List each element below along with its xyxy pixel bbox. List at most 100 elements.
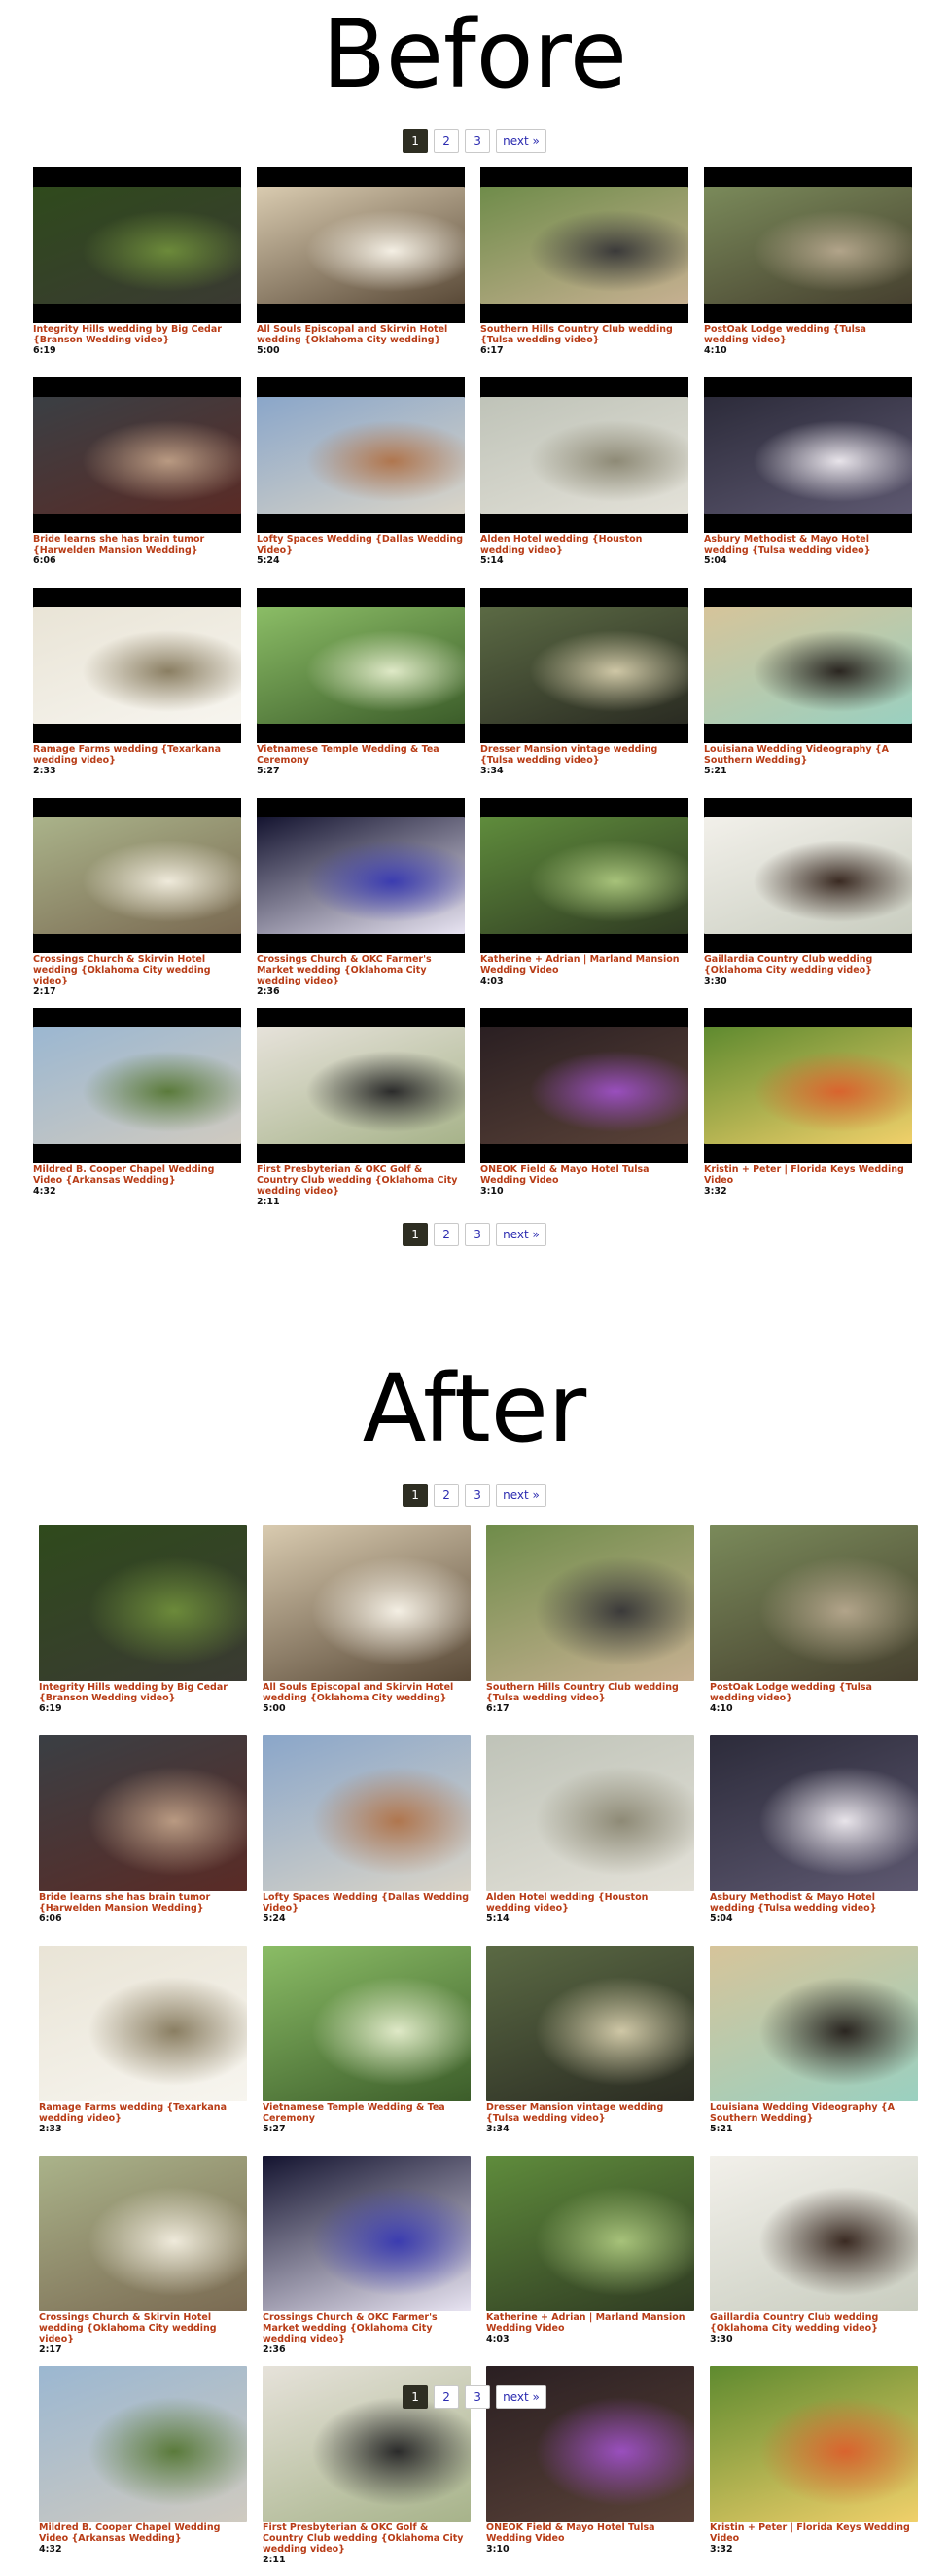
video-title-link[interactable]: Crossings Church & OKC Farmer's Market w… [263, 2312, 471, 2344]
page-3-button[interactable]: 3 [465, 129, 491, 153]
video-title-link[interactable]: Lofty Spaces Wedding {Dallas Wedding Vid… [263, 1892, 471, 1914]
video-thumbnail[interactable] [257, 1008, 465, 1163]
video-duration: 5:27 [257, 766, 280, 776]
page-2-button[interactable]: 2 [434, 2385, 460, 2409]
video-title-link[interactable]: Lofty Spaces Wedding {Dallas Wedding Vid… [257, 534, 465, 555]
video-thumbnail[interactable] [33, 167, 241, 323]
video-thumbnail[interactable] [257, 798, 465, 953]
video-thumbnail[interactable] [704, 588, 912, 743]
video-thumbnail[interactable] [33, 798, 241, 953]
next-page-button[interactable]: next » [496, 2385, 546, 2409]
video-thumbnail[interactable] [39, 1946, 247, 2101]
video-thumbnail[interactable] [486, 1735, 694, 1891]
page-3-button[interactable]: 3 [465, 1223, 491, 1246]
video-title-link[interactable]: Louisiana Wedding Videography {A Souther… [710, 2102, 918, 2124]
video-thumbnail[interactable] [710, 2156, 918, 2311]
thumbnail-image [480, 817, 688, 934]
page-2-button[interactable]: 2 [434, 1223, 460, 1246]
video-title-link[interactable]: Integrity Hills wedding by Big Cedar {Br… [39, 1682, 247, 1703]
video-thumbnail[interactable] [704, 1008, 912, 1163]
video-thumbnail[interactable] [263, 2156, 471, 2311]
page-3-button[interactable]: 3 [465, 1484, 491, 1507]
thumbnail-image [710, 1735, 918, 1891]
next-page-button[interactable]: next » [496, 1484, 546, 1507]
page-3-button[interactable]: 3 [465, 2385, 491, 2409]
video-thumbnail[interactable] [704, 167, 912, 323]
video-title-link[interactable]: Kristin + Peter | Florida Keys Wedding V… [710, 2522, 918, 2544]
video-title-link[interactable]: Integrity Hills wedding by Big Cedar {Br… [33, 324, 241, 345]
video-title-link[interactable]: Crossings Church & Skirvin Hotel wedding… [33, 954, 241, 986]
video-thumbnail[interactable] [33, 1008, 241, 1163]
video-title-link[interactable]: Kristin + Peter | Florida Keys Wedding V… [704, 1164, 912, 1186]
video-title-link[interactable]: Alden Hotel wedding {Houston wedding vid… [480, 534, 688, 555]
video-title-link[interactable]: Asbury Methodist & Mayo Hotel wedding {T… [704, 534, 912, 555]
next-page-button[interactable]: next » [496, 1223, 546, 1246]
video-title-link[interactable]: Ramage Farms wedding {Texarkana wedding … [33, 744, 241, 766]
video-title-link[interactable]: First Presbyterian & OKC Golf & Country … [257, 1164, 465, 1197]
video-thumbnail[interactable] [486, 1946, 694, 2101]
video-title-link[interactable]: Louisiana Wedding Videography {A Souther… [704, 744, 912, 766]
video-title-link[interactable]: Crossings Church & OKC Farmer's Market w… [257, 954, 465, 986]
video-title-link[interactable]: ONEOK Field & Mayo Hotel Tulsa Wedding V… [480, 1164, 688, 1186]
video-thumbnail[interactable] [257, 377, 465, 533]
video-title-link[interactable]: PostOak Lodge wedding {Tulsa wedding vid… [704, 324, 912, 345]
video-title-link[interactable]: Dresser Mansion vintage wedding {Tulsa w… [486, 2102, 694, 2124]
page-1-button[interactable]: 1 [403, 2385, 429, 2409]
video-title-link[interactable]: All Souls Episcopal and Skirvin Hotel we… [263, 1682, 471, 1703]
video-title-link[interactable]: Vietnamese Temple Wedding & Tea Ceremony [263, 2102, 471, 2124]
video-card: Ramage Farms wedding {Texarkana wedding … [39, 1946, 247, 2156]
video-title-link[interactable]: Gaillardia Country Club wedding {Oklahom… [704, 954, 912, 976]
video-thumbnail[interactable] [263, 1525, 471, 1681]
video-thumbnail[interactable] [480, 1008, 688, 1163]
video-thumbnail[interactable] [480, 798, 688, 953]
video-thumbnail[interactable] [486, 2156, 694, 2311]
video-thumbnail[interactable] [704, 798, 912, 953]
video-title-link[interactable]: Crossings Church & Skirvin Hotel wedding… [39, 2312, 247, 2344]
thumbnail-image [33, 397, 241, 514]
page-1-button[interactable]: 1 [403, 1484, 429, 1507]
video-thumbnail[interactable] [257, 588, 465, 743]
video-thumbnail[interactable] [39, 1735, 247, 1891]
video-thumbnail[interactable] [710, 1946, 918, 2101]
page-2-button[interactable]: 2 [434, 1484, 460, 1507]
video-title-link[interactable]: Bride learns she has brain tumor {Harwel… [39, 1892, 247, 1914]
video-duration: 5:04 [710, 1914, 733, 1924]
thumbnail-image [263, 1525, 471, 1681]
video-title-link[interactable]: Gaillardia Country Club wedding {Oklahom… [710, 2312, 918, 2334]
video-title-link[interactable]: Mildred B. Cooper Chapel Wedding Video {… [33, 1164, 241, 1186]
page-1-button[interactable]: 1 [403, 129, 429, 153]
video-thumbnail[interactable] [710, 1525, 918, 1681]
video-title-link[interactable]: Southern Hills Country Club wedding {Tul… [480, 324, 688, 345]
video-thumbnail[interactable] [39, 1525, 247, 1681]
page-2-button[interactable]: 2 [434, 129, 460, 153]
video-title-link[interactable]: Dresser Mansion vintage wedding {Tulsa w… [480, 744, 688, 766]
page-1-button[interactable]: 1 [403, 1223, 429, 1246]
video-thumbnail[interactable] [263, 1946, 471, 2101]
video-title-link[interactable]: Katherine + Adrian | Marland Mansion Wed… [480, 954, 688, 976]
video-title-link[interactable]: Alden Hotel wedding {Houston wedding vid… [486, 1892, 694, 1914]
video-card: Asbury Methodist & Mayo Hotel wedding {T… [704, 377, 912, 588]
video-title-link[interactable]: Bride learns she has brain tumor {Harwel… [33, 534, 241, 555]
video-thumbnail[interactable] [486, 1525, 694, 1681]
video-title-link[interactable]: Asbury Methodist & Mayo Hotel wedding {T… [710, 1892, 918, 1914]
video-title-link[interactable]: ONEOK Field & Mayo Hotel Tulsa Wedding V… [486, 2522, 694, 2544]
video-title-link[interactable]: Vietnamese Temple Wedding & Tea Ceremony [257, 744, 465, 766]
video-title-link[interactable]: Southern Hills Country Club wedding {Tul… [486, 1682, 694, 1703]
video-title-link[interactable]: Katherine + Adrian | Marland Mansion Wed… [486, 2312, 694, 2334]
video-thumbnail[interactable] [480, 377, 688, 533]
video-thumbnail[interactable] [257, 167, 465, 323]
video-title-link[interactable]: PostOak Lodge wedding {Tulsa wedding vid… [710, 1682, 918, 1703]
video-thumbnail[interactable] [33, 588, 241, 743]
next-page-button[interactable]: next » [496, 129, 546, 153]
video-thumbnail[interactable] [710, 1735, 918, 1891]
video-thumbnail[interactable] [39, 2156, 247, 2311]
video-title-link[interactable]: Ramage Farms wedding {Texarkana wedding … [39, 2102, 247, 2124]
video-thumbnail[interactable] [480, 167, 688, 323]
video-thumbnail[interactable] [480, 588, 688, 743]
video-thumbnail[interactable] [263, 1735, 471, 1891]
video-thumbnail[interactable] [704, 377, 912, 533]
video-thumbnail[interactable] [33, 377, 241, 533]
video-title-link[interactable]: First Presbyterian & OKC Golf & Country … [263, 2522, 471, 2555]
video-title-link[interactable]: Mildred B. Cooper Chapel Wedding Video {… [39, 2522, 247, 2544]
video-title-link[interactable]: All Souls Episcopal and Skirvin Hotel we… [257, 324, 465, 345]
